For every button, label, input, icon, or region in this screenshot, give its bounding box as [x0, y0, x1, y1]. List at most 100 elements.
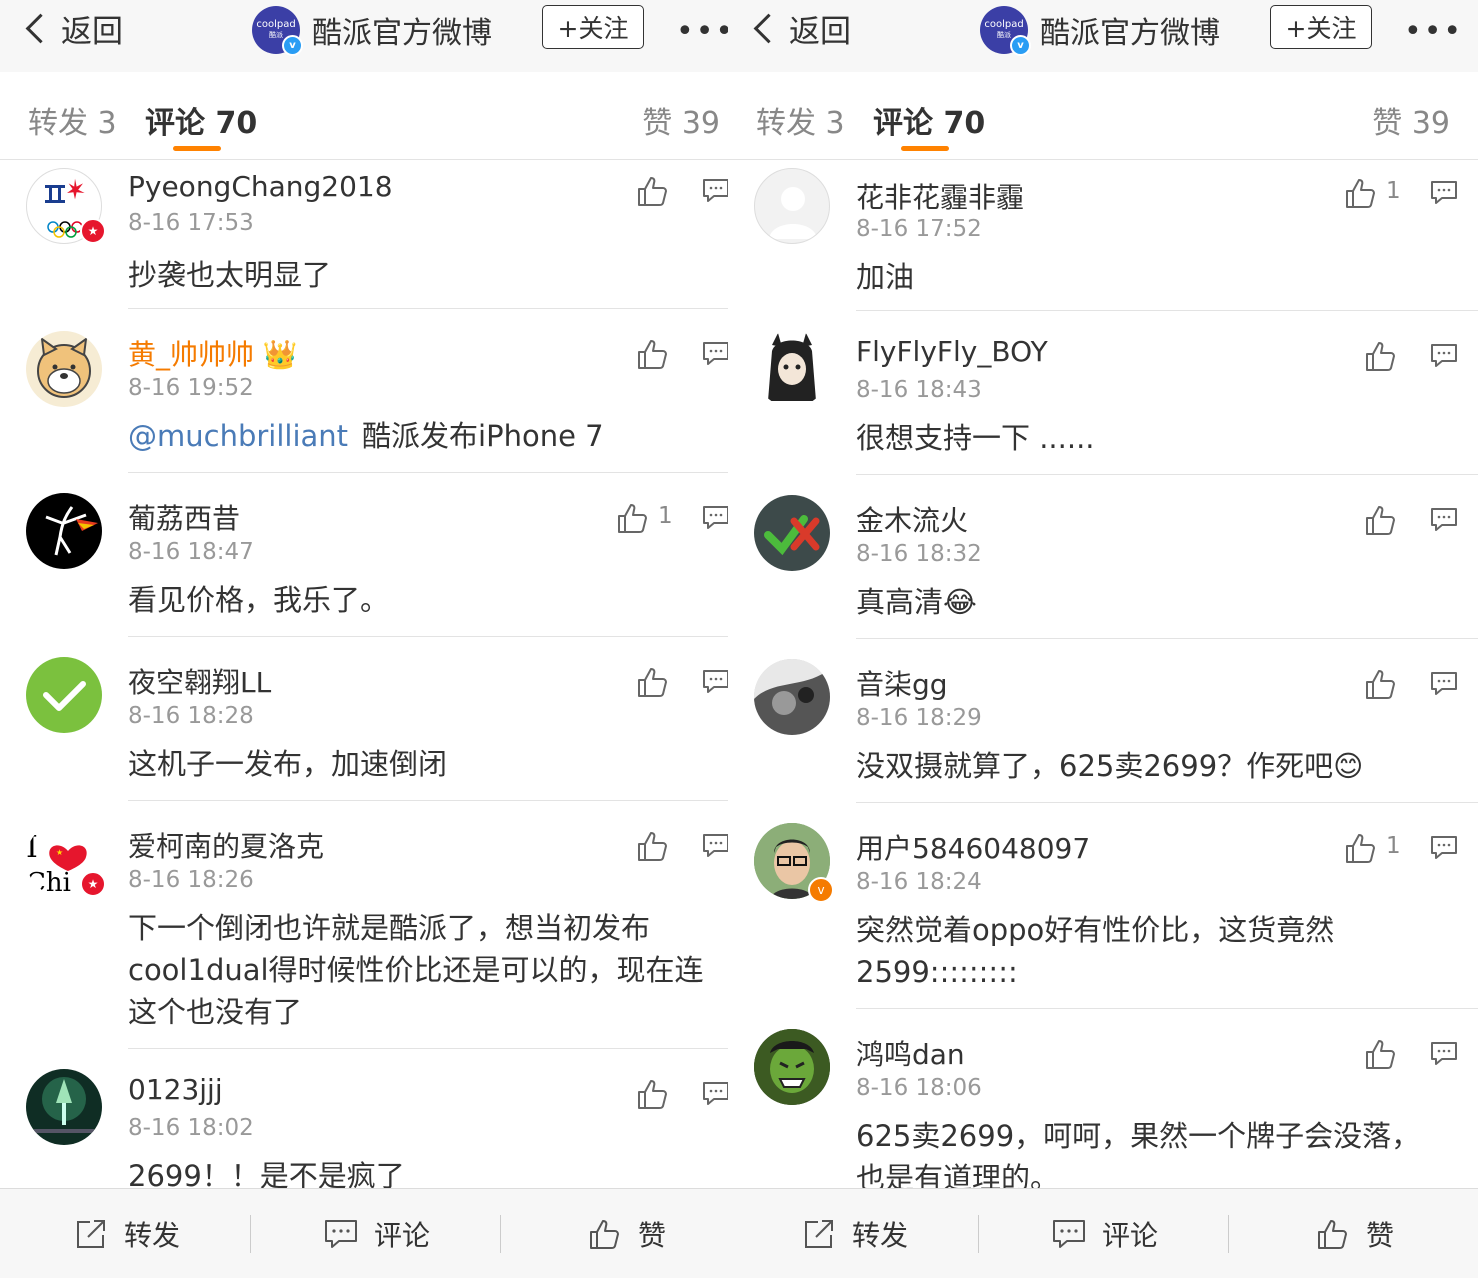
- account-header[interactable]: coolpad 酷派 v 酷派官方微博: [980, 6, 1220, 56]
- follow-button[interactable]: +关注: [542, 5, 644, 49]
- comment-time: 8-16 18:28: [128, 703, 254, 729]
- reply-icon[interactable]: [702, 503, 728, 531]
- avatar[interactable]: [754, 1029, 830, 1105]
- vip-badge-icon: ★: [80, 871, 106, 897]
- reply-icon[interactable]: [1430, 505, 1458, 533]
- comment-author[interactable]: 用户5846048097: [856, 827, 1090, 867]
- thumbs-up-icon[interactable]: [1364, 1037, 1398, 1071]
- comment-author[interactable]: 爱柯南的夏洛克: [128, 825, 324, 865]
- comment-text: @muchbrilliant 酷派发布iPhone 7: [128, 419, 604, 453]
- verified-icon: v: [282, 35, 303, 56]
- reply-icon[interactable]: [1430, 341, 1458, 369]
- comment-item: 花非花霾非霾 8-16 17:52 加油 1: [728, 160, 1478, 311]
- thumbs-up-icon[interactable]: [1344, 831, 1378, 865]
- comment-text: 看见价格，我乐了。: [128, 583, 390, 617]
- tab-repost[interactable]: 转发 3: [28, 98, 117, 142]
- comment-button[interactable]: 评论: [1052, 1189, 1158, 1278]
- tab-repost[interactable]: 转发 3: [756, 98, 845, 142]
- tab-bar: 转发 3 评论 70 赞 39: [0, 72, 728, 160]
- comment-author[interactable]: 葡荔西昔: [128, 497, 240, 537]
- avatar[interactable]: [26, 331, 102, 407]
- shiba-avatar-icon: [37, 336, 91, 398]
- thumbs-up-icon[interactable]: [636, 174, 670, 208]
- thumbs-up-icon[interactable]: [616, 501, 650, 535]
- comment-item: 黄_帅帅帅 👑 8-16 19:52 @muchbrilliant 酷派发布iPh…: [0, 309, 728, 473]
- mention-link[interactable]: @muchbrilliant: [128, 419, 348, 453]
- comment-list[interactable]: 花非花霾非霾 8-16 17:52 加油 1 FlyFlyFly_BOY 8-1…: [728, 160, 1478, 1188]
- reply-icon[interactable]: [1430, 669, 1458, 697]
- comment-time: 8-16 18:43: [856, 377, 982, 403]
- comment-author[interactable]: 鸿鸣dan: [856, 1033, 965, 1073]
- thumbs-up-icon[interactable]: [636, 665, 670, 699]
- back-button[interactable]: 返回: [750, 8, 851, 50]
- comment-text: 下一个倒闭也许就是酷派了，想当初发布cool1dual得时候性价比还是可以的，现…: [128, 911, 704, 1029]
- comment-time: 8-16 18:06: [856, 1075, 982, 1101]
- reply-icon[interactable]: [702, 176, 728, 204]
- comment-author[interactable]: 花非花霾非霾: [856, 176, 1024, 216]
- forest-avatar-icon: [34, 1077, 94, 1133]
- reply-icon[interactable]: [1430, 1039, 1458, 1067]
- comment-author[interactable]: FlyFlyFly_BOY: [856, 335, 1048, 368]
- right-panel: 返回 coolpad 酷派 v 酷派官方微博 +关注 ••• 转发 3 评论 7…: [728, 0, 1478, 1278]
- reply-icon[interactable]: [702, 831, 728, 859]
- comment-author[interactable]: PyeongChang2018: [128, 170, 393, 203]
- avatar[interactable]: [26, 657, 102, 733]
- bw-photo-avatar-icon: [754, 659, 830, 735]
- reply-icon[interactable]: [702, 667, 728, 695]
- comment-time: 8-16 18:26: [128, 867, 254, 893]
- comment-author[interactable]: 0123jjj: [128, 1073, 223, 1106]
- like-button[interactable]: 赞: [588, 1189, 666, 1278]
- comment-item: 葡荔西昔 8-16 18:47 看见价格，我乐了。 1: [0, 473, 728, 637]
- tab-like[interactable]: 赞 39: [1372, 98, 1450, 142]
- comment-author[interactable]: 音柒gg: [856, 663, 948, 703]
- back-button[interactable]: 返回: [22, 8, 123, 50]
- reply-icon[interactable]: [1430, 833, 1458, 861]
- dancer-avatar-icon: [45, 506, 98, 556]
- check-x-avatar-icon: [764, 515, 820, 556]
- reply-icon[interactable]: [702, 1079, 728, 1107]
- tab-like[interactable]: 赞 39: [642, 98, 720, 142]
- comment-time: 8-16 17:52: [856, 216, 982, 242]
- comment-button[interactable]: 评论: [324, 1189, 430, 1278]
- reply-icon[interactable]: [1430, 178, 1458, 206]
- avatar[interactable]: [754, 168, 830, 244]
- comment-item: ★ PyeongChang2018 8-16 17:53 抄袭也太明显了: [0, 160, 728, 309]
- separator: [978, 1215, 979, 1253]
- avatar[interactable]: [754, 659, 830, 735]
- repost-button[interactable]: 转发: [74, 1189, 180, 1278]
- repost-icon: [805, 1220, 833, 1248]
- thumbs-up-icon[interactable]: [636, 829, 670, 863]
- thumbs-up-icon[interactable]: [636, 337, 670, 371]
- comment-list[interactable]: ★ PyeongChang2018 8-16 17:53 抄袭也太明显了 黄_帅…: [0, 160, 728, 1188]
- account-header[interactable]: coolpad 酷派 v 酷派官方微博: [252, 6, 492, 56]
- svg-text:I: I: [26, 830, 38, 865]
- like-button[interactable]: 赞: [1316, 1189, 1394, 1278]
- comment-author[interactable]: 黄_帅帅帅 👑: [128, 333, 298, 373]
- tab-comment[interactable]: 评论 70: [873, 98, 985, 142]
- comment-author[interactable]: 夜空翱翔LL: [128, 661, 271, 701]
- more-icon[interactable]: •••: [1404, 14, 1463, 49]
- follow-button[interactable]: +关注: [1270, 5, 1372, 49]
- reply-icon[interactable]: [702, 339, 728, 367]
- repost-button[interactable]: 转发: [802, 1189, 908, 1278]
- comment-text: 没双摄就算了，625卖2699？作死吧😊: [856, 749, 1364, 783]
- avatar[interactable]: [754, 331, 830, 407]
- verified-badge-icon: v: [808, 877, 834, 903]
- thumbs-up-icon[interactable]: [1364, 667, 1398, 701]
- avatar[interactable]: [26, 493, 102, 569]
- thumbs-up-icon[interactable]: [1364, 503, 1398, 537]
- thumbs-up-icon[interactable]: [636, 1077, 670, 1111]
- avatar[interactable]: [26, 1069, 102, 1145]
- tab-comment[interactable]: 评论 70: [145, 98, 257, 142]
- back-label: 返回: [61, 13, 123, 50]
- avatar[interactable]: [754, 495, 830, 571]
- left-panel: 返回 coolpad 酷派 v 酷派官方微博 +关注 ••• 转发 3 评论 7…: [0, 0, 728, 1278]
- svg-text:★: ★: [56, 848, 63, 857]
- verified-icon: v: [1010, 35, 1031, 56]
- comment-text: 加油: [856, 260, 915, 294]
- thumbs-up-icon[interactable]: [1364, 339, 1398, 373]
- more-icon[interactable]: •••: [676, 14, 728, 49]
- top-nav: 返回 coolpad 酷派 v 酷派官方微博 +关注 •••: [0, 0, 728, 73]
- thumbs-up-icon[interactable]: [1344, 176, 1378, 210]
- comment-author[interactable]: 金木流火: [856, 499, 968, 539]
